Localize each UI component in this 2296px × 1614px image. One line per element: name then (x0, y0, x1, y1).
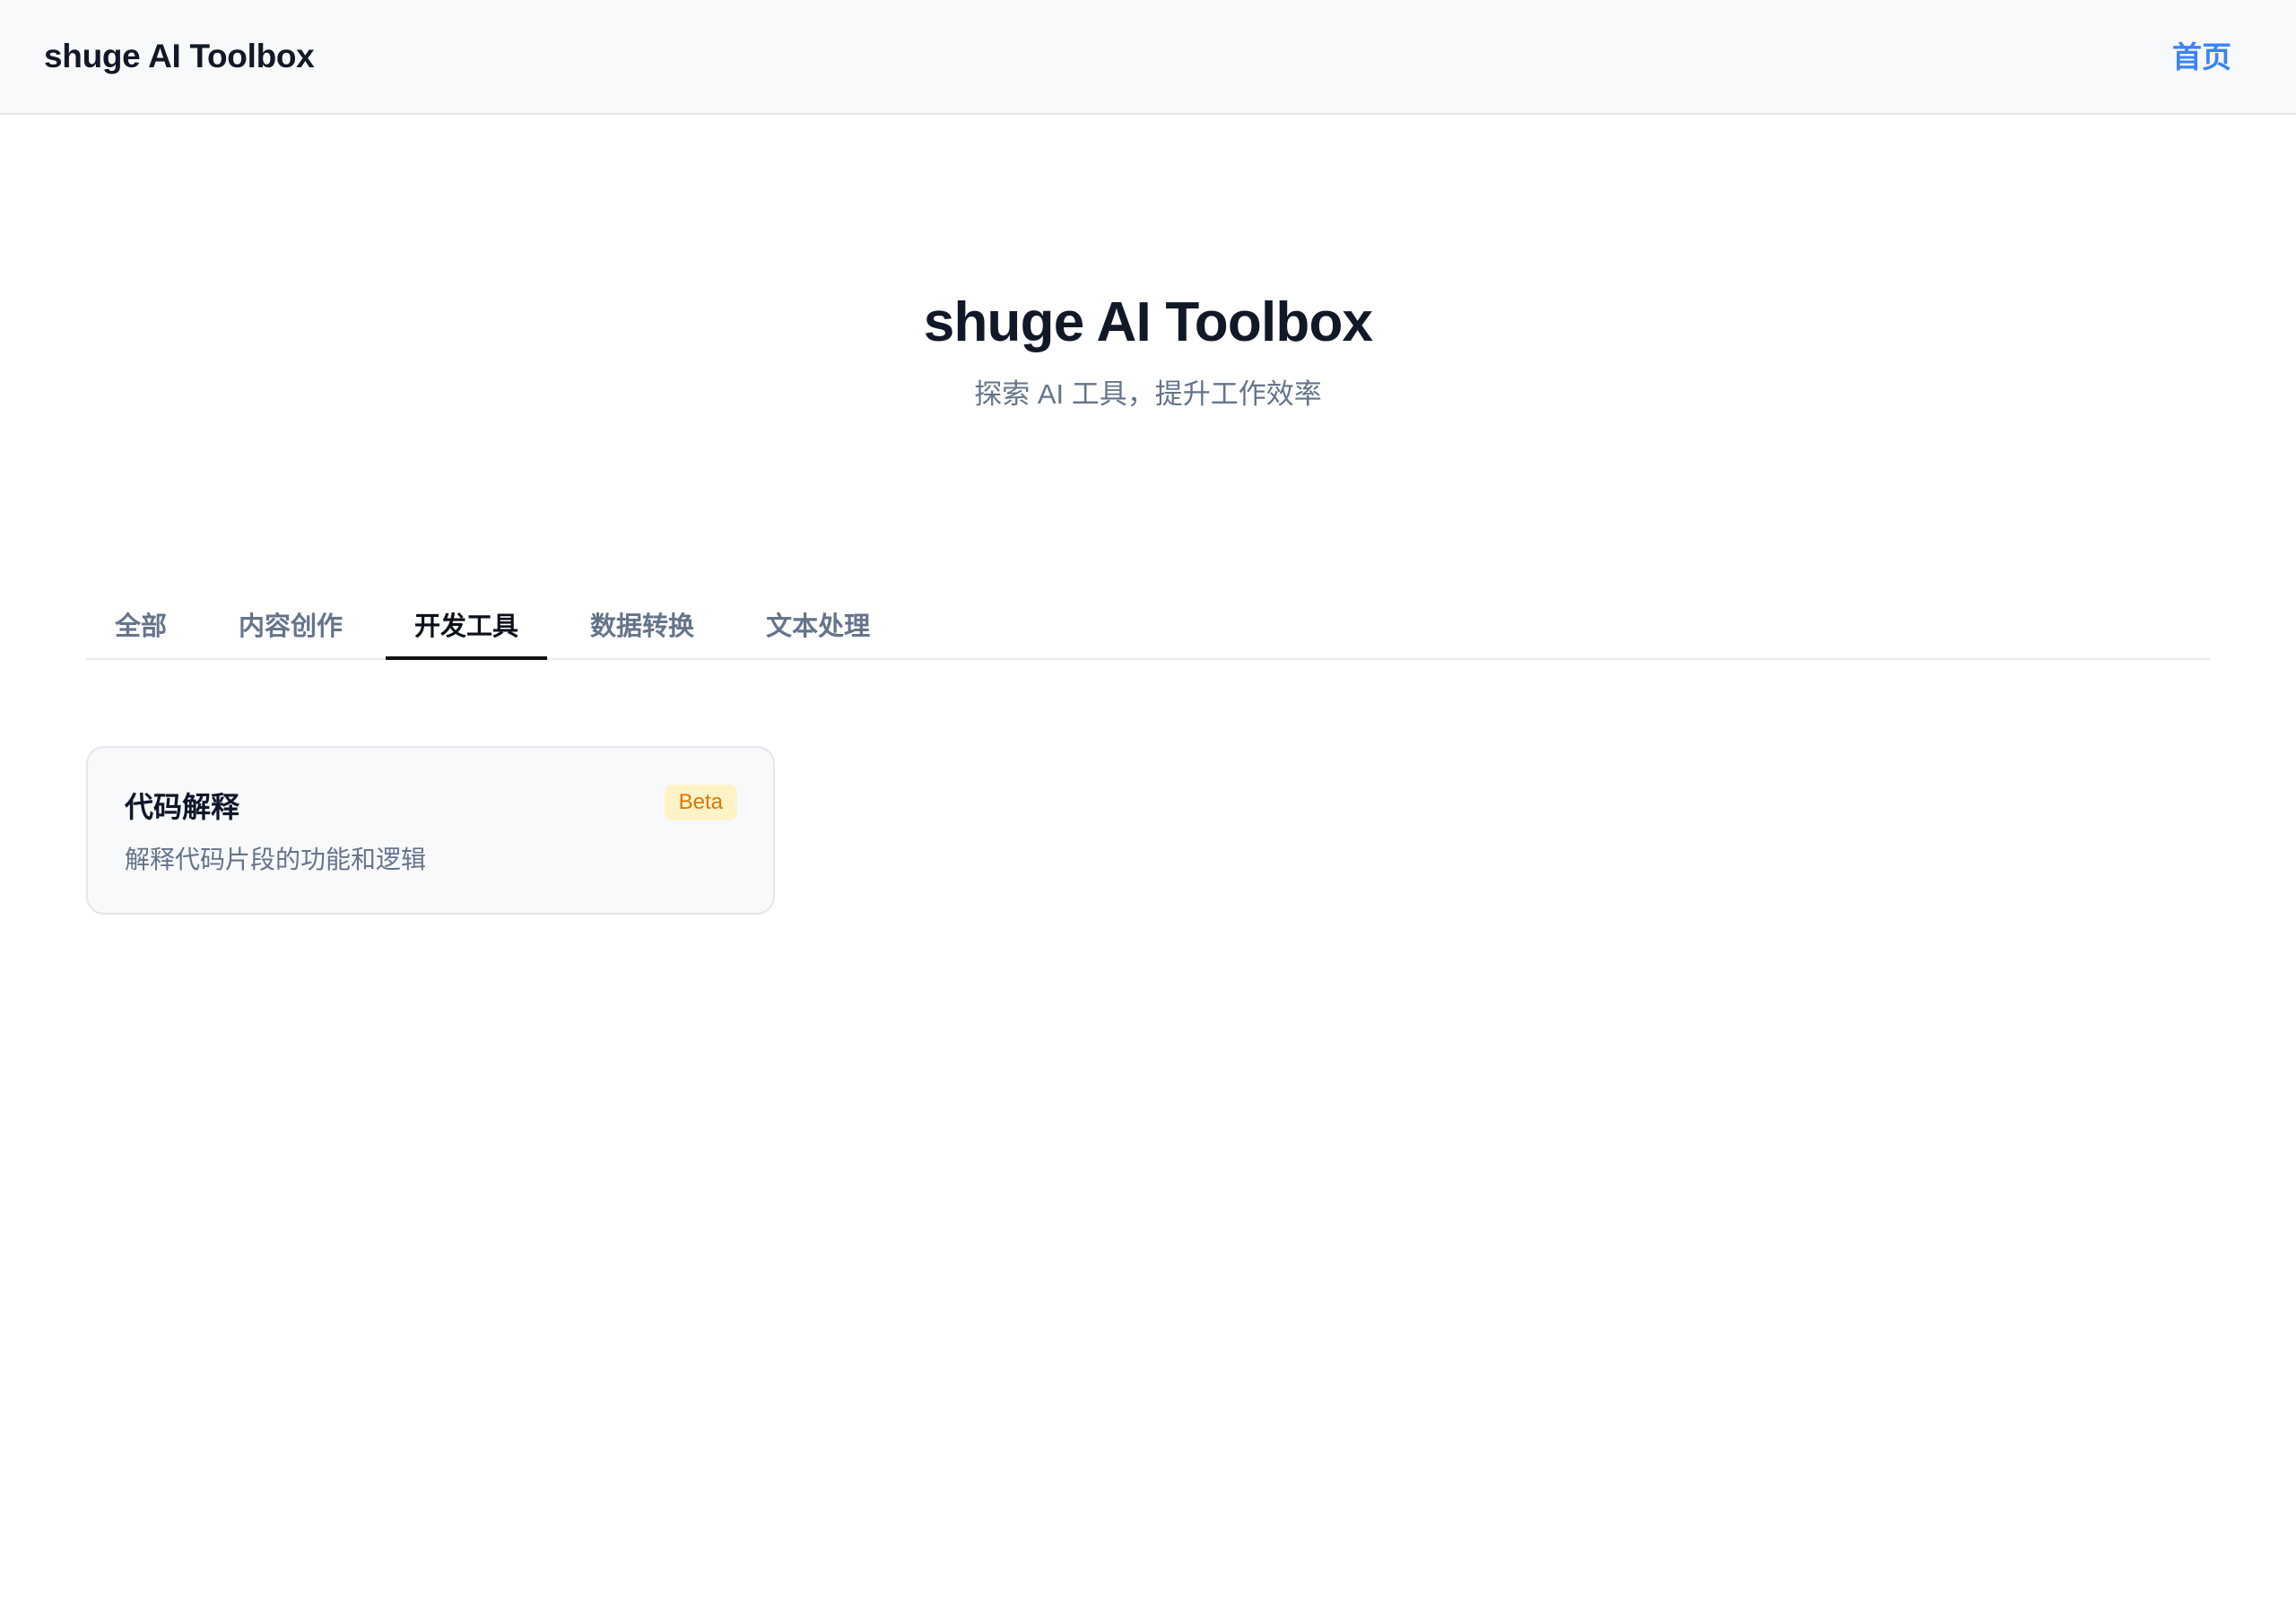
tab-all[interactable]: 全部 (86, 590, 196, 658)
page-subtitle: 探索 AI 工具，提升工作效率 (974, 378, 1322, 410)
nav-home-link[interactable]: 首页 (2172, 35, 2231, 80)
tab-text-processing[interactable]: 文本处理 (737, 590, 899, 658)
tool-card-description: 解释代码片段的功能和逻辑 (125, 846, 427, 873)
tab-dev-tools[interactable]: 开发工具 (386, 590, 548, 660)
tab-content-creation[interactable]: 内容创作 (210, 590, 371, 658)
beta-badge: Beta (664, 785, 737, 820)
hero-section: shuge AI Toolbox 探索 AI 工具，提升工作效率 (0, 278, 2296, 421)
category-tabs: 全部 内容创作 开发工具 数据转换 文本处理 (86, 592, 2210, 660)
brand-logo-text[interactable]: shuge AI Toolbox (44, 34, 315, 79)
page-title: shuge AI Toolbox (923, 291, 1373, 353)
tool-card-title: 代码解释 (125, 791, 240, 823)
top-nav-bar: shuge AI Toolbox 首页 (0, 0, 2296, 115)
tool-card-code-explain[interactable]: 代码解释 Beta 解释代码片段的功能和逻辑 (86, 746, 775, 915)
tab-data-conversion[interactable]: 数据转换 (561, 590, 723, 658)
